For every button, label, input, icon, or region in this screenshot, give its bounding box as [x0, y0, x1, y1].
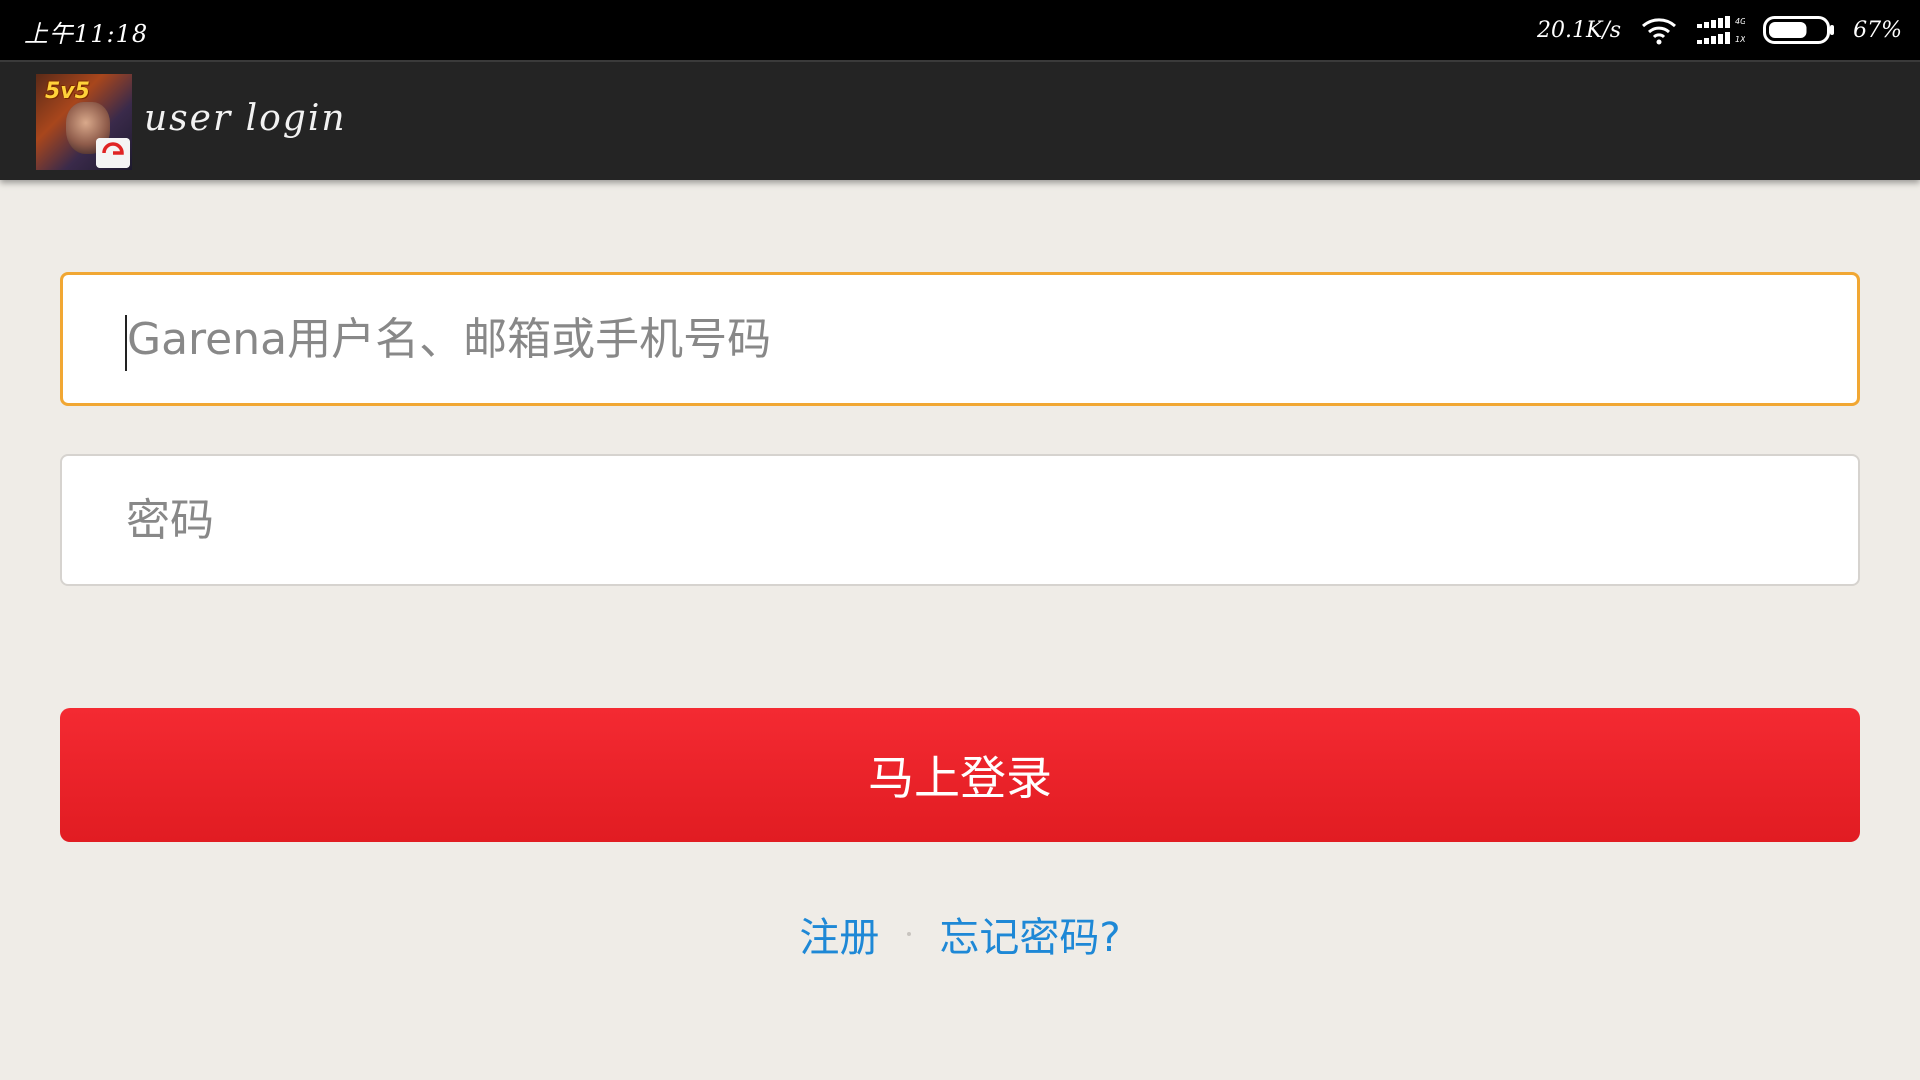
password-field[interactable]: [60, 454, 1860, 586]
app-bar: 5v5 user login: [0, 60, 1920, 180]
link-separator: [907, 932, 912, 936]
username-field[interactable]: [60, 272, 1860, 406]
forgot-password-link[interactable]: 忘记密码?: [939, 905, 1120, 963]
password-input[interactable]: [62, 456, 1858, 584]
svg-text:4G: 4G: [1735, 17, 1745, 26]
page-title: user login: [144, 98, 347, 139]
text-caret: [125, 315, 127, 371]
garena-logo-icon: [96, 138, 130, 168]
login-button[interactable]: 马上登录: [60, 708, 1860, 842]
signal-icon: 4G 1X: [1697, 16, 1745, 44]
status-time: 上午11:18: [24, 20, 149, 48]
username-input[interactable]: [63, 275, 1857, 403]
status-indicators: 20.1K/s 4G 1X 67%: [1537, 10, 1902, 50]
svg-text:1X: 1X: [1735, 35, 1745, 44]
status-bar: 上午11:18 20.1K/s 4G 1X 67%: [0, 0, 1920, 60]
battery-icon: [1763, 16, 1835, 44]
app-icon-badge: 5v5: [45, 79, 90, 104]
register-link[interactable]: 注册: [799, 905, 879, 963]
app-icon[interactable]: 5v5: [36, 74, 132, 170]
battery-percent: 67%: [1853, 17, 1902, 43]
account-links: 注册 忘记密码?: [0, 906, 1920, 962]
net-speed: 20.1K/s: [1536, 17, 1622, 43]
wifi-icon: [1642, 18, 1677, 45]
